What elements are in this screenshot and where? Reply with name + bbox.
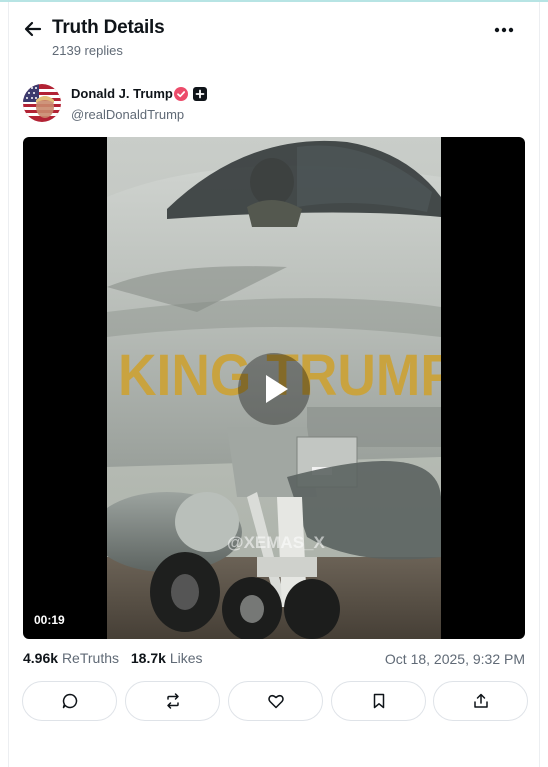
share-button[interactable] — [433, 681, 528, 721]
arrow-left-icon — [24, 21, 42, 37]
more-options-button[interactable] — [492, 20, 518, 40]
bookmark-button[interactable] — [331, 681, 426, 721]
avatar[interactable] — [23, 84, 61, 122]
likes-label: Likes — [169, 650, 203, 666]
bookmark-icon — [373, 693, 384, 709]
heart-icon — [267, 694, 284, 709]
post-timestamp: Oct 18, 2025, 9:32 PM — [384, 651, 525, 667]
more-horizontal-icon — [494, 27, 514, 33]
video-watermark: @XEMAS_X — [227, 533, 325, 552]
comment-icon — [62, 693, 77, 709]
retruths-label: ReTruths — [61, 650, 119, 666]
retruths-count: 4.96k — [23, 650, 59, 666]
likes-count: 18.7k — [130, 650, 166, 666]
video-duration: 00:19 — [34, 613, 65, 627]
author-handle[interactable]: @realDonaldTrump — [71, 107, 184, 122]
plus-badge-icon — [193, 87, 207, 101]
left-border — [8, 2, 9, 767]
back-button[interactable] — [22, 18, 44, 40]
play-button[interactable] — [238, 353, 310, 425]
play-icon — [238, 353, 310, 425]
page-header: Truth Details 2139 replies — [0, 0, 548, 70]
like-button[interactable] — [228, 681, 323, 721]
right-border — [539, 2, 540, 767]
replies-count: 2139 replies — [52, 43, 123, 58]
page-title: Truth Details — [52, 17, 165, 38]
author-name[interactable]: Donald J. Trump — [71, 86, 173, 101]
retruth-button[interactable] — [125, 681, 220, 721]
repost-icon — [166, 693, 179, 709]
post-actions — [22, 681, 528, 721]
retruths-stat[interactable]: 4.96k ReTruths — [23, 650, 119, 666]
verified-badge-icon — [174, 87, 188, 101]
likes-stat[interactable]: 18.7k Likes — [131, 650, 203, 666]
post-stats: 4.96k ReTruths 18.7k Likes — [23, 650, 211, 666]
video-player[interactable]: KING TRUMP @XEMAS_X 00:19 — [23, 137, 525, 639]
share-icon — [473, 693, 488, 708]
reply-button[interactable] — [22, 681, 117, 721]
